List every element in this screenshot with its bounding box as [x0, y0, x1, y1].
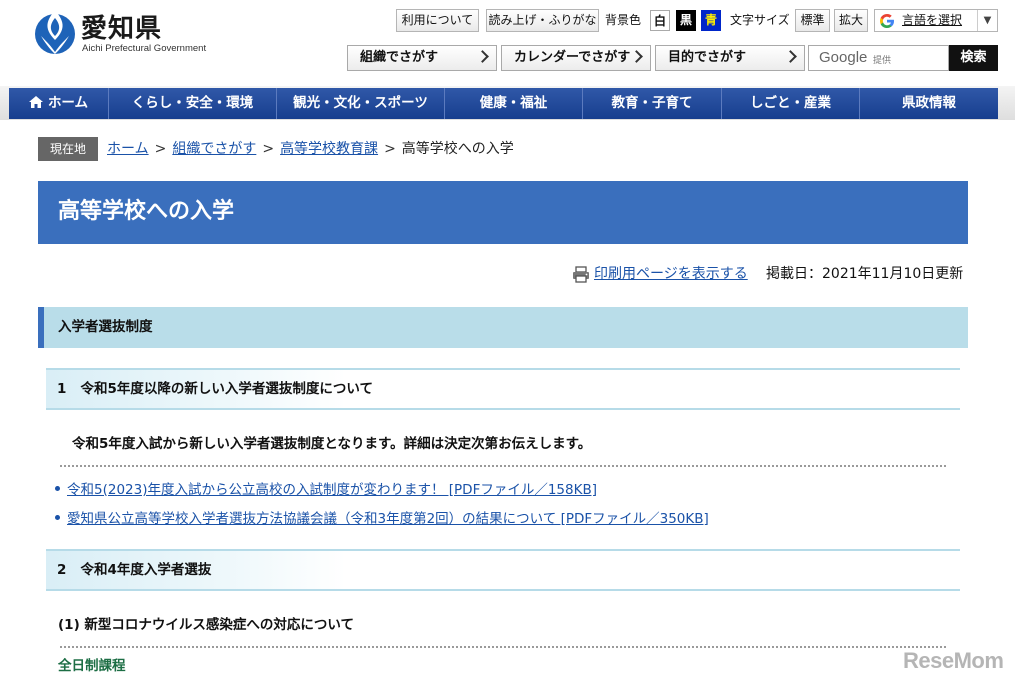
chevron-right-icon: [784, 50, 797, 63]
page-title: 高等学校への入学: [38, 181, 968, 244]
language-label: 言語を選択: [902, 13, 963, 27]
nav-item-education[interactable]: 教育・子育て: [583, 88, 722, 119]
font-large-button[interactable]: 拡大: [834, 9, 868, 32]
print-link-label: 印刷用ページを表示する: [594, 266, 748, 282]
bg-black-button[interactable]: 黒: [676, 10, 696, 31]
bg-white-button[interactable]: 白: [650, 10, 670, 31]
finder-label: 目的でさがす: [668, 50, 747, 65]
language-select[interactable]: 言語を選択 ▼: [874, 9, 998, 32]
subsection-number: 1: [57, 381, 67, 397]
search-provided-label: 提供: [873, 56, 892, 66]
pdf-link-new-exam-system[interactable]: 令和5(2023)年度入試から公立高校の入試制度が変わります！ [PDFファイル…: [67, 482, 597, 498]
usage-button[interactable]: 利用について: [396, 9, 479, 32]
dotted-divider: [60, 646, 946, 648]
nav-item-work[interactable]: しごと・産業: [722, 88, 860, 119]
printer-icon: [573, 266, 589, 283]
published-date: 掲載日：2021年11月10日更新: [766, 266, 964, 282]
nav-item-living[interactable]: くらし・安全・環境: [109, 88, 277, 119]
reading-furigana-button[interactable]: 読み上げ・ふりがな: [486, 9, 599, 32]
subsection-heading-2: 2 令和4年度入学者選抜: [46, 549, 960, 591]
search-button[interactable]: 検索: [949, 45, 998, 71]
watermark-logo: ReseMom: [903, 648, 1004, 673]
fontsize-label: 文字サイズ: [730, 13, 790, 27]
breadcrumb: ホーム > 組織でさがす > 高等学校教育課 > 高等学校への入学: [107, 139, 514, 159]
dotted-divider: [60, 465, 946, 467]
nav-item-health[interactable]: 健康・福祉: [445, 88, 583, 119]
bgcolor-label: 背景色: [605, 13, 642, 27]
subsection-title: 令和4年度入学者選抜: [80, 562, 212, 578]
list-item: 愛知県公立高等学校入学者選抜方法協議会議（令和3年度第2回）の結果について [P…: [55, 509, 709, 529]
nav-item-tourism[interactable]: 観光・文化・スポーツ: [277, 88, 445, 119]
subheading-covid: (1) 新型コロナウイルス感染症への対応について: [58, 617, 355, 633]
subsection-heading-1: 1 令和5年度以降の新しい入学者選抜制度について: [46, 368, 960, 410]
pdf-link-council-results[interactable]: 愛知県公立高等学校入学者選抜方法協議会議（令和3年度第2回）の結果について [P…: [67, 511, 709, 527]
chevron-right-icon: [630, 50, 643, 63]
finder-calendar-button[interactable]: カレンダーでさがす: [501, 45, 651, 71]
breadcrumb-link-organization[interactable]: 組織でさがす: [172, 141, 256, 157]
nav-label: ホーム: [47, 95, 89, 111]
logo-subtitle: Aichi Prefectural Government: [82, 43, 207, 54]
breadcrumb-separator: >: [384, 141, 396, 157]
breadcrumb-link-department[interactable]: 高等学校教育課: [280, 141, 378, 157]
logo-name: 愛知県: [81, 14, 163, 44]
finder-label: カレンダーでさがす: [514, 50, 631, 65]
chevron-right-icon: [476, 50, 489, 63]
nav-item-government[interactable]: 県政情報: [860, 88, 998, 119]
font-standard-button[interactable]: 標準: [795, 9, 830, 32]
google-g-icon: [880, 14, 894, 28]
dropdown-arrow-icon: ▼: [977, 10, 997, 31]
finder-label: 組織でさがす: [360, 50, 439, 65]
home-icon: [28, 96, 43, 108]
notice-text: 令和5年度入試から新しい入学者選抜制度となります。詳細は決定次第お伝えします。: [72, 436, 592, 452]
aichi-emblem-icon: [35, 10, 75, 54]
bullet-icon: [55, 486, 60, 491]
breadcrumb-tag: 現在地: [38, 137, 98, 161]
subheading-fulltime: 全日制課程: [58, 658, 126, 674]
search-input[interactable]: Google 提供: [808, 45, 949, 71]
breadcrumb-separator: >: [154, 141, 167, 157]
nav-item-home[interactable]: ホーム: [9, 88, 109, 119]
bg-blue-button[interactable]: 青: [701, 10, 721, 31]
subsection-title: 令和5年度以降の新しい入学者選抜制度について: [80, 381, 374, 397]
breadcrumb-link-home[interactable]: ホーム: [107, 141, 149, 157]
finder-organization-button[interactable]: 組織でさがす: [347, 45, 497, 71]
google-logo: Google: [819, 49, 868, 66]
bullet-icon: [55, 515, 60, 520]
breadcrumb-current: 高等学校への入学: [401, 141, 514, 157]
finder-purpose-button[interactable]: 目的でさがす: [655, 45, 805, 71]
site-logo[interactable]: 愛知県 Aichi Prefectural Government: [33, 6, 223, 56]
section-heading: 入学者選抜制度: [38, 307, 968, 348]
breadcrumb-separator: >: [262, 141, 275, 157]
subsection-number: 2: [57, 562, 67, 578]
list-item: 令和5(2023)年度入試から公立高校の入試制度が変わります！ [PDFファイル…: [55, 480, 597, 500]
global-nav: ホーム くらし・安全・環境 観光・文化・スポーツ 健康・福祉 教育・子育て しご…: [0, 86, 1015, 120]
